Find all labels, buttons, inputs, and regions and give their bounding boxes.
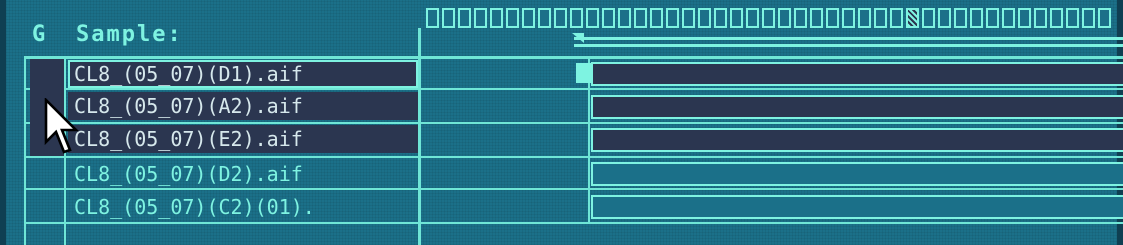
- ruler-tick: [458, 8, 471, 28]
- grid-line: [24, 188, 1123, 190]
- ruler-tick: [586, 8, 599, 28]
- ruler-tick: [1050, 8, 1063, 28]
- ruler-tick: [954, 8, 967, 28]
- grid-line: [24, 222, 1123, 224]
- ruler-tick: [538, 8, 551, 28]
- playhead-marker[interactable]: [906, 8, 919, 28]
- grid-line: [24, 56, 1123, 59]
- sample-bar[interactable]: [591, 195, 1123, 219]
- grid-line: [24, 56, 26, 245]
- sample-row-4[interactable]: CL8_(05_07)(D2).aif: [68, 160, 418, 188]
- ruler-tick: [570, 8, 583, 28]
- ruler-tick: [618, 8, 631, 28]
- ruler-tick: [810, 8, 823, 28]
- ruler-tick: [762, 8, 775, 28]
- ruler-tick: [986, 8, 999, 28]
- sample-row-3[interactable]: CL8_(05_07)(E2).aif: [68, 125, 418, 153]
- grid-line: [24, 122, 1123, 124]
- ruler-tick: [698, 8, 711, 28]
- ruler-tick: [858, 8, 871, 28]
- ruler-tick: [666, 8, 679, 28]
- sampler-panel: G Sample: CL8_(05_07)(D1).aif CL8_(05_07…: [0, 0, 1123, 245]
- sample-start-handle-icon[interactable]: [576, 63, 592, 83]
- sample-range-line[interactable]: [574, 37, 1123, 47]
- ruler-tick: [938, 8, 951, 28]
- sample-row-1[interactable]: CL8_(05_07)(D1).aif: [68, 60, 418, 88]
- ruler-tick: [1034, 8, 1047, 28]
- timeline-ruler[interactable]: [422, 8, 1123, 28]
- ruler-tick: [746, 8, 759, 28]
- ruler-tick: [522, 8, 535, 28]
- ruler-tick: [874, 8, 887, 28]
- grid-line: [24, 156, 1123, 158]
- ruler-tick: [1082, 8, 1095, 28]
- grid-line: [24, 88, 1123, 90]
- ruler-tick: [922, 8, 935, 28]
- ruler-tick: [490, 8, 503, 28]
- sample-column-header: Sample:: [76, 22, 183, 47]
- ruler-tick: [794, 8, 807, 28]
- ruler-tick: [826, 8, 839, 28]
- ruler-tick: [506, 8, 519, 28]
- ruler-tick: [842, 8, 855, 28]
- ruler-tick: [474, 8, 487, 28]
- ruler-tick: [1098, 8, 1111, 28]
- ruler-tick: [554, 8, 567, 28]
- ruler-tick: [1018, 8, 1031, 28]
- sample-row-2[interactable]: CL8_(05_07)(A2).aif: [68, 92, 418, 120]
- ruler-tick: [778, 8, 791, 28]
- ruler-tick: [1002, 8, 1015, 28]
- ruler-tick: [602, 8, 615, 28]
- ruler-tick: [1066, 8, 1079, 28]
- ruler-tick: [442, 8, 455, 28]
- ruler-tick: [634, 8, 647, 28]
- grid-line: [418, 28, 421, 245]
- ruler-tick: [682, 8, 695, 28]
- sample-bar[interactable]: [591, 95, 1123, 119]
- ruler-tick: [650, 8, 663, 28]
- ruler-tick: [970, 8, 983, 28]
- group-column-header: G: [32, 22, 47, 47]
- ruler-tick: [890, 8, 903, 28]
- ruler-tick: [426, 8, 439, 28]
- sample-bar[interactable]: [591, 162, 1123, 186]
- ruler-tick: [714, 8, 727, 28]
- mouse-pointer-icon: [44, 98, 80, 154]
- sample-row-5[interactable]: CL8_(05_07)(C2)(01).: [68, 193, 418, 221]
- ruler-tick: [730, 8, 743, 28]
- sample-bar[interactable]: [591, 128, 1123, 152]
- sample-bar[interactable]: [591, 62, 1123, 86]
